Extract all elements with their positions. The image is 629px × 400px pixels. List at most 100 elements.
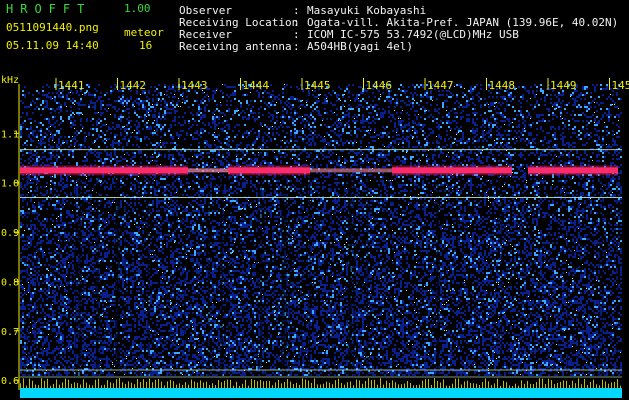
- baseline-spike: [437, 380, 438, 388]
- baseline-spike: [263, 381, 264, 388]
- dark-stripe: [301, 172, 303, 376]
- carrier-band: [392, 167, 512, 174]
- baseline-spike: [485, 378, 486, 388]
- baseline-spike: [272, 385, 273, 388]
- baseline-spike: [104, 384, 105, 388]
- baseline-spike: [173, 381, 174, 388]
- baseline-spike: [590, 381, 591, 388]
- carrier-faint: [310, 168, 392, 173]
- baseline-spike: [323, 383, 324, 388]
- baseline-spike: [299, 384, 300, 388]
- time-label: 1450: [612, 79, 629, 92]
- baseline-spike: [473, 383, 474, 388]
- baseline-spike: [533, 384, 534, 388]
- baseline-spike: [98, 378, 99, 388]
- baseline-spike: [455, 378, 456, 388]
- baseline-spike: [614, 381, 615, 388]
- baseline-spike: [212, 383, 213, 388]
- baseline-spike: [209, 385, 210, 388]
- baseline-spike: [551, 380, 552, 388]
- baseline-spike: [377, 384, 378, 388]
- dark-stripe: [289, 172, 291, 376]
- baseline-spike: [197, 382, 198, 388]
- baseline-spike: [608, 383, 609, 388]
- time-label: 1444: [243, 79, 270, 92]
- dark-stripe: [436, 172, 440, 376]
- baseline-spike: [257, 381, 258, 388]
- baseline-spike: [527, 380, 528, 388]
- baseline-spike: [380, 378, 381, 388]
- baseline-spike: [392, 380, 393, 388]
- dark-stripe: [264, 172, 266, 376]
- baseline-spike: [389, 383, 390, 388]
- baseline-spike: [215, 385, 216, 388]
- baseline-spike: [611, 382, 612, 388]
- baseline-spike: [443, 379, 444, 388]
- frequency-tick-label: 1.1: [1, 129, 19, 140]
- baseline-spike: [428, 379, 429, 388]
- baseline-spike: [191, 379, 192, 388]
- baseline-spike: [296, 382, 297, 388]
- baseline-spike: [563, 380, 564, 388]
- app-brand: HROFFT: [6, 2, 92, 16]
- baseline-spike: [404, 383, 405, 388]
- dark-stripe: [184, 172, 186, 376]
- baseline-spike: [131, 382, 132, 388]
- baseline-spike: [254, 379, 255, 388]
- baseline-spike: [305, 379, 306, 388]
- dark-stripe: [124, 172, 126, 376]
- baseline-spike: [245, 379, 246, 388]
- baseline-spike: [401, 384, 402, 388]
- baseline-spike: [26, 385, 27, 388]
- baseline-spike: [584, 378, 585, 388]
- baseline-spike: [116, 379, 117, 388]
- baseline-spike: [311, 382, 312, 388]
- baseline-spike: [149, 378, 150, 388]
- baseline-spike: [155, 379, 156, 388]
- baseline-spike: [383, 384, 384, 388]
- baseline-spike: [161, 381, 162, 388]
- baseline-spike: [407, 381, 408, 388]
- spectrogram: kHz 1.1 1.0 0.9 0.8 0.7 0.6 1441 1442 1443 1444 14…: [0, 72, 629, 400]
- dark-stripe: [257, 172, 259, 376]
- baseline-spike: [221, 382, 222, 388]
- baseline-spike: [56, 379, 57, 388]
- baseline-spike: [41, 378, 42, 388]
- baseline-spike: [134, 384, 135, 388]
- baseline-spike: [587, 384, 588, 388]
- baseline-spike: [107, 380, 108, 388]
- baseline-spike: [542, 378, 543, 388]
- baseline-spike: [359, 380, 360, 388]
- baseline-spike: [365, 380, 366, 388]
- time-label: 1448: [489, 79, 516, 92]
- baseline-spike: [275, 382, 276, 388]
- baseline-spike: [431, 385, 432, 388]
- baseline-spike: [599, 385, 600, 388]
- baseline-spike: [317, 384, 318, 388]
- baseline-spike: [458, 378, 459, 388]
- baseline-spike: [602, 379, 603, 388]
- baseline-spike: [140, 382, 141, 388]
- dark-stripe: [285, 172, 287, 376]
- baseline-spike: [332, 384, 333, 388]
- baseline-spike: [158, 378, 159, 388]
- baseline-spike: [557, 382, 558, 388]
- time-label: 1441: [58, 79, 85, 92]
- dark-stripe: [353, 172, 356, 376]
- baseline-spike: [581, 384, 582, 388]
- observation-timestamp: 05.11.09 14:40: [6, 39, 99, 52]
- baseline-spike: [482, 382, 483, 388]
- baseline-spike: [23, 378, 24, 388]
- baseline-spike: [269, 381, 270, 388]
- antenna-value: A504HB(yagi 4el): [307, 40, 413, 53]
- baseline-spike: [44, 380, 45, 388]
- time-label: 1445: [304, 79, 331, 92]
- baseline-spike: [371, 379, 372, 388]
- baseline-spike: [497, 378, 498, 388]
- frequency-unit: kHz: [1, 75, 19, 86]
- dark-stripe: [75, 172, 77, 376]
- baseline-spike: [449, 385, 450, 388]
- baseline-spike: [20, 383, 21, 388]
- baseline-spike: [572, 380, 573, 388]
- carrier-faint: [188, 168, 228, 173]
